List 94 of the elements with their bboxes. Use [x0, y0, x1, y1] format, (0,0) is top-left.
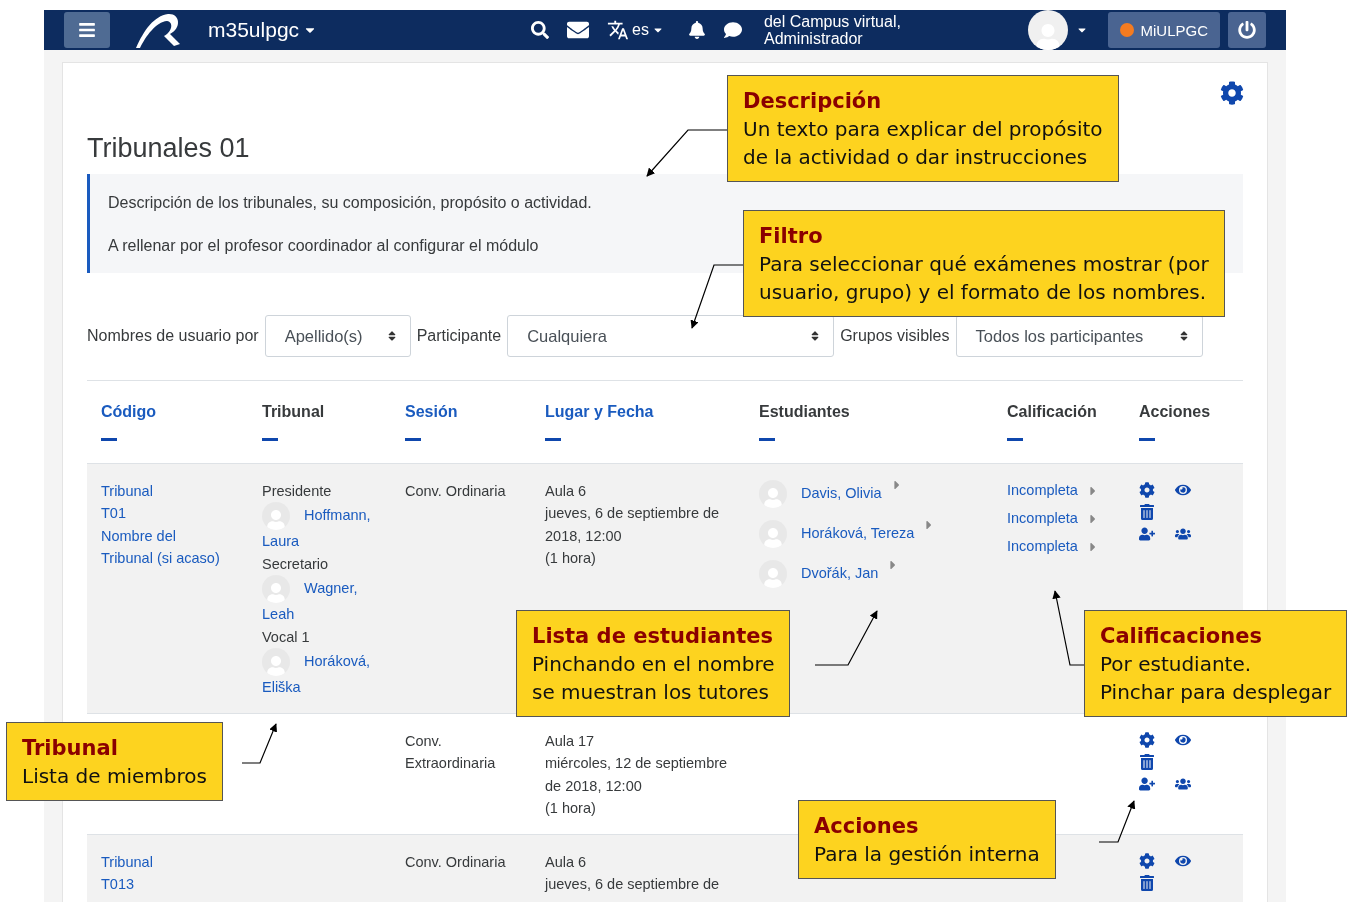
place-date-text: (1 hora): [545, 549, 597, 568]
student-link[interactable]: Dvořák, Jan: [801, 562, 879, 585]
member-link[interactable]: Hoffmann, Laura: [262, 502, 382, 553]
trash-icon[interactable]: [1139, 503, 1155, 520]
leader-arrow: [690, 264, 744, 329]
tribunal-link[interactable]: Tribunal: [101, 479, 248, 502]
settings-icon[interactable]: [1139, 852, 1155, 869]
filter-label: Nombres de usuario por: [87, 327, 259, 345]
callout-title: Acciones: [814, 813, 920, 840]
search-icon[interactable]: [531, 21, 550, 39]
settings-icon[interactable]: [1139, 481, 1155, 498]
column-header: Acciones: [1139, 402, 1211, 422]
grade-link[interactable]: Incompleta: [1007, 507, 1078, 530]
column-header: Tribunal: [262, 402, 325, 422]
callout-text: Un texto para explicar del propósito: [743, 116, 1103, 143]
member-link[interactable]: Wagner, Leah: [262, 575, 382, 626]
grade-link[interactable]: Incompleta: [1007, 535, 1078, 558]
user-avatar[interactable]: [1028, 10, 1069, 50]
student-link[interactable]: Horáková, Tereza: [801, 522, 915, 545]
callout-text: Lista de miembros: [22, 763, 207, 790]
place-date-text: Aula 6: [545, 852, 588, 872]
sort-indicator: [759, 437, 775, 441]
callout-text: usuario, grupo) y el formato de los nombres.: [759, 279, 1208, 306]
column-header: Estudiantes: [759, 402, 850, 422]
chat-icon[interactable]: [723, 21, 742, 39]
place-date-text: (1 hora): [545, 799, 597, 818]
language-menu[interactable]: es: [607, 19, 664, 41]
callout-text: Para la gestión interna: [814, 841, 1040, 868]
sort-indicator: [545, 437, 561, 441]
filter-label: Participante: [416, 327, 502, 345]
column-header-link[interactable]: Sesión: [405, 401, 458, 424]
callout-text: de la actividad o dar instrucciones: [743, 144, 1089, 171]
mail-icon[interactable]: [567, 19, 590, 41]
tribunal-link[interactable]: Tribunal: [101, 850, 248, 873]
portal-button[interactable]: MiULPGC: [1108, 12, 1220, 48]
translate-icon: [607, 19, 630, 41]
session-text: Conv. Ordinaria: [405, 481, 507, 501]
sort-indicator: [101, 437, 117, 441]
student-link[interactable]: Davis, Olivia: [801, 482, 882, 505]
callout-text: Para seleccionar qué exámenes mostrar (por: [759, 251, 1209, 278]
column-header-link[interactable]: Lugar y Fecha: [545, 401, 654, 424]
callout-text: Pinchar para desplegar: [1100, 679, 1332, 706]
add-user-icon[interactable]: [1139, 775, 1155, 792]
add-user-icon[interactable]: [1139, 525, 1155, 542]
callout-text: Pinchando en el nombre: [532, 651, 775, 678]
filter-select[interactable]: Apellido(s): [264, 315, 411, 357]
site-menu[interactable]: m35ulpgc: [208, 18, 318, 42]
leader-arrow: [1098, 800, 1136, 843]
page-title: Tribunales 01: [87, 133, 250, 164]
column-header-link[interactable]: Código: [101, 401, 157, 424]
tribunal-link[interactable]: Nombre del: [101, 524, 248, 547]
callout-title: Tribunal: [22, 735, 119, 762]
place-date-text: Aula 17: [545, 731, 596, 751]
sort-indicator: [405, 437, 421, 441]
callout-title: Calificaciones: [1100, 623, 1263, 650]
trash-icon[interactable]: [1139, 874, 1155, 891]
callout-text: Por estudiante.: [1100, 651, 1253, 678]
tribunal-link[interactable]: T013: [101, 873, 248, 896]
dot-icon: [1120, 23, 1135, 37]
sort-indicator: [262, 437, 278, 441]
description-text: A rellenar por el profesor coordinador al configurar el módulo: [108, 237, 540, 255]
session-text: Conv.: [405, 731, 443, 751]
place-date-text: miércoles, 12 de septiembre de 2018, 12:00: [545, 754, 729, 796]
member-role: Presidente: [262, 481, 333, 501]
settings-icon[interactable]: [1139, 731, 1155, 748]
session-text: Conv. Ordinaria: [405, 852, 507, 872]
power-icon: [1238, 21, 1256, 39]
trash-icon[interactable]: [1139, 753, 1155, 770]
menu-icon: [78, 21, 96, 39]
grade-link[interactable]: Incompleta: [1007, 479, 1078, 502]
callout-title: Lista de estudiantes: [532, 623, 775, 650]
sort-indicator: [1139, 437, 1155, 441]
callout-text: se muestran los tutores: [532, 679, 770, 706]
member-role: Secretario: [262, 554, 330, 574]
callout-title: Filtro: [759, 223, 824, 250]
user-name: del Campus virtual, Administrador: [763, 13, 901, 47]
power-button[interactable]: [1228, 12, 1266, 48]
sort-indicator: [1007, 437, 1023, 441]
description-text: Descripción de los tribunales, su composición, propósito o actividad.: [108, 194, 593, 212]
member-role: Vocal 1: [262, 627, 311, 647]
filter-label: Grupos visibles: [840, 327, 950, 345]
member-link[interactable]: Horáková, Eliška: [262, 648, 382, 699]
session-text: Extraordinaria: [405, 754, 497, 773]
menu-button[interactable]: [64, 12, 110, 48]
tribunal-link[interactable]: Tribunal (si acaso): [101, 547, 248, 570]
place-date-text: Aula 6: [545, 481, 588, 501]
callout-title: Descripción: [743, 88, 883, 115]
tribunal-link[interactable]: T01: [101, 502, 248, 525]
place-date-text: jueves, 6 de septiembre de 2018, 12:00: [545, 504, 721, 546]
bell-icon[interactable]: [687, 21, 706, 39]
leader-arrow: [814, 610, 878, 666]
place-date-text: jueves, 6 de septiembre de: [545, 875, 721, 894]
leader-arrow: [241, 723, 277, 764]
column-header: Calificación: [1007, 402, 1097, 422]
